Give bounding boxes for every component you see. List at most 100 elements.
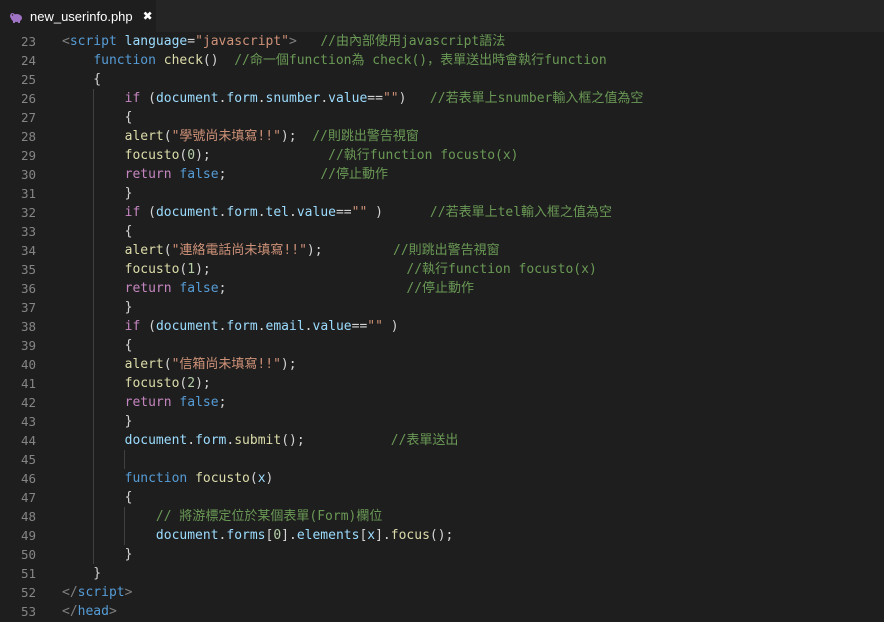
code-line[interactable]: 38 if (document.form.email.value=="" )	[0, 317, 884, 336]
code-token: function	[124, 471, 188, 486]
code-line[interactable]: 49 document.forms[0].elements[x].focus()…	[0, 526, 884, 545]
code-line[interactable]: 33 {	[0, 222, 884, 241]
code-line[interactable]: 41 focusto(2);	[0, 374, 884, 393]
line-number: 50	[20, 547, 36, 562]
code-line[interactable]: 45	[0, 450, 884, 469]
code-token: .	[257, 205, 266, 220]
code-line[interactable]: 26 if (document.form.snumber.value=="") …	[0, 89, 884, 108]
code-line[interactable]: 37 }	[0, 298, 884, 317]
code-token: {	[62, 338, 133, 353]
line-number: 46	[20, 471, 36, 486]
code-token: (	[249, 471, 258, 486]
code-token: //停止動作	[406, 281, 475, 296]
code-line[interactable]: 48 // 將游標定位於某個表單(Form)欄位	[0, 507, 884, 526]
code-line[interactable]: 23 <script language="javascript"> //由內部使用…	[0, 32, 884, 51]
code-line[interactable]: 42 return false;	[0, 393, 884, 412]
line-number: 27	[20, 110, 36, 125]
code-line[interactable]: 27 {	[0, 108, 884, 127]
code-line[interactable]: 44 document.form.submit(); //表單送出	[0, 431, 884, 450]
code-token: "連絡電話尚未填寫!!"	[171, 243, 307, 258]
code-editor[interactable]: 23 <script language="javascript"> //由內部使用…	[0, 32, 884, 622]
code-token: form	[195, 433, 227, 448]
line-number: 48	[20, 509, 36, 524]
code-line[interactable]: 24 function check() //命一個function為 check…	[0, 51, 884, 70]
code-text: {	[62, 336, 133, 355]
code-token: //若表單上snumber輸入框之值為空	[429, 91, 644, 106]
code-token: if	[124, 205, 141, 220]
code-token: (	[140, 319, 156, 334]
line-number: 40	[20, 357, 36, 372]
line-number: 30	[20, 167, 36, 182]
code-token: .	[257, 319, 266, 334]
line-number: 26	[20, 91, 36, 106]
code-token: ].	[281, 528, 297, 543]
code-token: ;	[218, 395, 227, 410]
code-line[interactable]: 36 return false; //停止動作	[0, 279, 884, 298]
code-line[interactable]: 25 {	[0, 70, 884, 89]
code-token: .	[289, 205, 297, 220]
code-token: tel	[265, 205, 290, 220]
tab-title: new_userinfo.php	[30, 8, 133, 24]
code-line[interactable]: 50 }	[0, 545, 884, 564]
line-number: 32	[20, 205, 36, 220]
tab-new-userinfo[interactable]: new_userinfo.php ✖	[0, 0, 156, 32]
code-text: focusto(0); //執行function focusto(x)	[62, 146, 519, 165]
code-line[interactable]: 40 alert("信箱尚未填寫!!");	[0, 355, 884, 374]
code-token: "學號尚未填寫!!"	[171, 129, 281, 144]
code-token: }	[62, 300, 133, 315]
code-line[interactable]: 29 focusto(0); //執行function focusto(x)	[0, 146, 884, 165]
code-line[interactable]: 52 </script>	[0, 583, 884, 602]
code-line[interactable]: 51 }	[0, 564, 884, 583]
code-token: {	[62, 72, 102, 87]
line-number: 51	[20, 566, 36, 581]
code-token: false	[179, 167, 219, 182]
line-number: 23	[20, 34, 36, 49]
line-number: 49	[20, 528, 36, 543]
code-token: value	[312, 319, 352, 334]
code-line[interactable]: 31 }	[0, 184, 884, 203]
code-text: </head>	[62, 602, 117, 621]
code-text: if (document.form.email.value=="" )	[62, 317, 399, 336]
code-token: (	[163, 243, 172, 258]
code-line[interactable]: 46 function focusto(x)	[0, 469, 884, 488]
code-line[interactable]: 39 {	[0, 336, 884, 355]
php-elephant-icon	[9, 9, 23, 23]
code-text: alert("信箱尚未填寫!!");	[62, 355, 297, 374]
code-token: ""	[367, 319, 383, 334]
code-line[interactable]: 35 focusto(1); //執行function focusto(x)	[0, 260, 884, 279]
code-text: focusto(2);	[62, 374, 211, 393]
code-token: (	[163, 129, 172, 144]
code-token: "javascript"	[195, 34, 289, 49]
code-token: alert	[124, 129, 164, 144]
code-text: {	[62, 108, 133, 127]
code-token: document	[155, 319, 219, 334]
code-token: document	[155, 205, 219, 220]
code-text: document.form.submit(); //表單送出	[62, 431, 459, 450]
code-text: function focusto(x)	[62, 469, 274, 488]
close-icon[interactable]: ✖	[143, 9, 153, 23]
code-token: document	[155, 528, 219, 543]
code-token: //表單送出	[390, 433, 459, 448]
code-token: focusto	[124, 148, 180, 163]
code-token: );	[280, 357, 297, 372]
code-token: alert	[124, 357, 164, 372]
code-line[interactable]: 30 return false; //停止動作	[0, 165, 884, 184]
code-line[interactable]: 32 if (document.form.tel.value=="" ) //若…	[0, 203, 884, 222]
line-number: 44	[20, 433, 36, 448]
code-line[interactable]: 34 alert("連絡電話尚未填寫!!"); //則跳出警告視窗	[0, 241, 884, 260]
code-line[interactable]: 47 {	[0, 488, 884, 507]
code-token: "信箱尚未填寫!!"	[171, 357, 281, 372]
code-line[interactable]: 43 }	[0, 412, 884, 431]
code-token: 1	[187, 262, 196, 277]
code-line[interactable]: 53 </head>	[0, 602, 884, 621]
code-text: {	[62, 488, 133, 507]
code-line[interactable]: 28 alert("學號尚未填寫!!"); //則跳出警告視窗	[0, 127, 884, 146]
